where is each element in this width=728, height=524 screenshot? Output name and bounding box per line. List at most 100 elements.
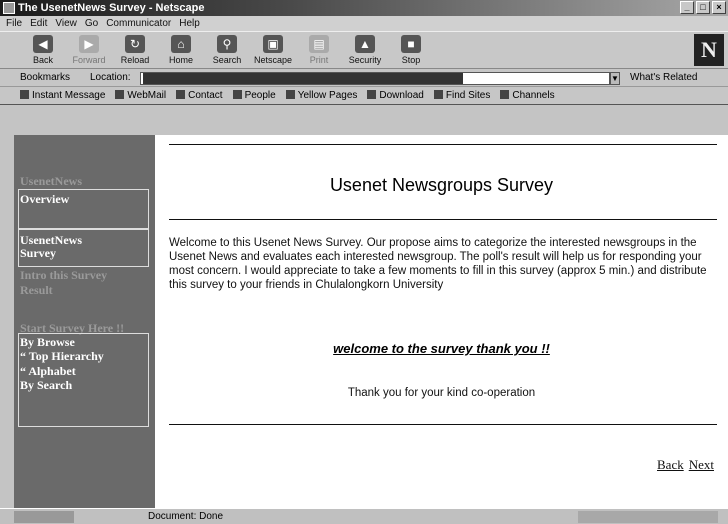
stop-button[interactable]: ■ Stop — [388, 32, 434, 68]
menu-file[interactable]: File — [6, 16, 22, 31]
back-button[interactable]: ◀ Back — [20, 32, 66, 68]
personal-people[interactable]: People — [232, 87, 276, 104]
status-text: Document: Done — [148, 511, 224, 522]
bookmark-icon — [367, 90, 377, 99]
personal-yellow-pages[interactable]: Yellow Pages — [285, 87, 358, 104]
search-button[interactable]: ⚲ Search — [204, 32, 250, 68]
reload-icon: ↻ — [125, 35, 145, 53]
sidebar-item-top-hierarchy-label: Top Hierarchy — [28, 349, 104, 363]
menu-help[interactable]: Help — [179, 16, 200, 31]
back-arrow-icon: ◀ — [33, 35, 53, 53]
back-link[interactable]: Back — [657, 457, 684, 473]
reload-button-label: Reload — [120, 55, 150, 65]
sidebar-item-alphabet[interactable]: “ Alphabet — [20, 365, 76, 377]
intro-paragraph: Welcome to this Usenet News Survey. Our … — [169, 237, 707, 291]
menu-communicator[interactable]: Communicator — [106, 16, 171, 31]
menu-edit[interactable]: Edit — [30, 16, 47, 31]
thanks-text: Thank you for your kind co-operation — [347, 387, 536, 399]
personal-find-sites[interactable]: Find Sites — [433, 87, 491, 104]
netscape-logo: N — [694, 34, 724, 66]
menu-go[interactable]: Go — [85, 16, 98, 31]
home-button[interactable]: ⌂ Home — [158, 32, 204, 68]
menu-bar: File Edit View Go Communicator Help — [0, 16, 728, 31]
security-button[interactable]: ▲ Security — [342, 32, 388, 68]
sidebar-item-top-hierarchy[interactable]: “ Top Hierarchy — [20, 350, 104, 362]
page-navigation: Back Next — [657, 457, 714, 473]
component-bar — [578, 511, 718, 523]
netscape-button[interactable]: ▣ Netscape — [250, 32, 296, 68]
home-icon: ⌂ — [171, 35, 191, 53]
sidebar-item-overview[interactable]: Overview — [20, 193, 69, 205]
stop-icon: ■ — [401, 35, 421, 53]
bookmark-icon — [285, 90, 295, 99]
sidebar-item-by-browse[interactable]: By Browse — [20, 336, 75, 348]
personal-channels[interactable]: Channels — [500, 87, 555, 104]
sidebar-item-survey-line1[interactable]: UsenetNews — [20, 234, 82, 246]
netscape-icon: ▣ — [263, 35, 283, 53]
next-link[interactable]: Next — [689, 457, 714, 473]
bookmark-icon — [115, 90, 125, 99]
sidebar-heading: UsenetNews — [20, 174, 82, 188]
bullet-icon: “ — [20, 349, 29, 363]
forward-button-label: Forward — [72, 55, 106, 65]
personal-find-sites-label: Find Sites — [445, 90, 491, 101]
personal-people-label: People — [244, 90, 276, 101]
bookmarks-button[interactable]: Bookmarks — [20, 69, 70, 87]
instant-message-icon — [20, 90, 29, 99]
navigation-toolbar: ◀ Back ▶ Forward ↻ Reload ⌂ Home ⚲ Searc… — [0, 31, 728, 69]
sidebar-item-result[interactable]: Result — [20, 284, 53, 296]
search-button-label: Search — [212, 55, 242, 65]
window-titlebar: The UsenetNews Survey - Netscape _ □ × — [0, 0, 728, 16]
sidebar-item-by-search[interactable]: By Search — [20, 379, 72, 391]
search-icon: ⚲ — [217, 35, 237, 53]
status-bar: Document: Done — [0, 508, 728, 524]
personal-contact[interactable]: Contact — [176, 87, 223, 104]
forward-button[interactable]: ▶ Forward — [66, 32, 112, 68]
location-label: Location: — [90, 72, 131, 83]
bookmark-icon — [433, 90, 443, 99]
location-url — [143, 73, 463, 84]
title-divider — [169, 219, 717, 220]
security-lock-icon: ▲ — [355, 35, 375, 53]
channels-icon — [500, 90, 510, 99]
personal-webmail-label: WebMail — [127, 90, 167, 101]
reload-button[interactable]: ↻ Reload — [112, 32, 158, 68]
personal-channels-label: Channels — [512, 90, 555, 101]
page-title: Usenet Newsgroups Survey — [329, 175, 554, 195]
personal-download[interactable]: Download — [367, 87, 424, 104]
personal-toolbar: Instant Message WebMail Contact People Y… — [0, 87, 728, 105]
window-controls: _ □ × — [680, 1, 726, 14]
location-input[interactable] — [140, 72, 610, 85]
bottom-divider — [169, 424, 717, 425]
location-dropdown-icon[interactable]: ▼ — [610, 72, 620, 85]
forward-arrow-icon: ▶ — [79, 35, 99, 53]
sidebar-item-intro[interactable]: Intro this Survey — [20, 269, 107, 281]
whats-related-button[interactable]: What's Related — [630, 69, 698, 87]
location-toolbar: Bookmarks Location: ▼ What's Related — [0, 69, 728, 87]
personal-contact-label: Contact — [188, 90, 223, 101]
window-title: The UsenetNews Survey - Netscape — [18, 2, 205, 14]
personal-yellow-pages-label: Yellow Pages — [297, 90, 358, 101]
sidebar-frame: UsenetNews Overview UsenetNews Survey In… — [14, 135, 155, 508]
print-button[interactable]: ▤ Print — [296, 32, 342, 68]
back-button-label: Back — [32, 55, 53, 65]
close-button[interactable]: × — [712, 1, 726, 14]
menu-view[interactable]: View — [55, 16, 77, 31]
minimize-button[interactable]: _ — [680, 1, 694, 14]
print-button-label: Print — [309, 55, 329, 65]
stop-button-label: Stop — [401, 55, 421, 65]
sidebar-item-survey-line2[interactable]: Survey — [20, 247, 56, 259]
home-button-label: Home — [168, 55, 193, 65]
personal-download-label: Download — [379, 90, 424, 101]
bookmark-icon — [176, 90, 186, 99]
maximize-button[interactable]: □ — [696, 1, 710, 14]
welcome-survey-link[interactable]: welcome to the survey thank you !! — [155, 341, 728, 356]
personal-instant-message[interactable]: Instant Message — [20, 87, 105, 104]
security-status-icon[interactable] — [14, 511, 74, 523]
bookmark-icon — [232, 90, 242, 99]
main-content-frame: Usenet Newsgroups Survey Welcome to this… — [155, 135, 728, 508]
netscape-button-label: Netscape — [253, 55, 293, 65]
personal-webmail[interactable]: WebMail — [115, 87, 166, 104]
top-divider — [169, 144, 717, 145]
security-button-label: Security — [348, 55, 382, 65]
